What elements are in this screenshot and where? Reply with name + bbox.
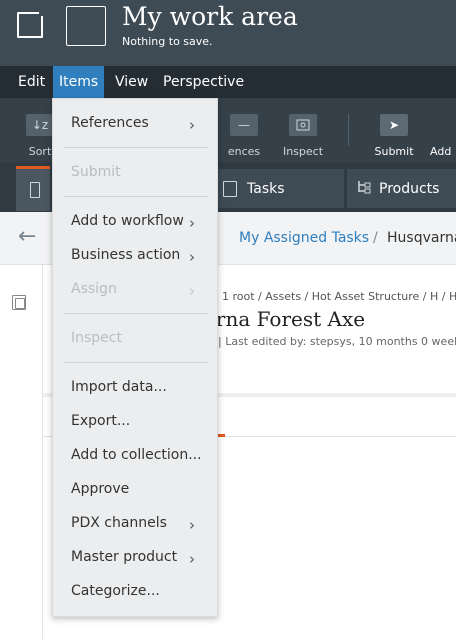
toolbar-divider	[348, 114, 349, 146]
add-label: Add	[430, 145, 452, 158]
menu-item-add-to-workflow[interactable]: Add to workflow	[71, 213, 184, 229]
items-menu-dropdown: References › Submit Add to workflow › Bu…	[52, 98, 218, 617]
chevron-right-icon: ›	[189, 248, 195, 266]
tab-tasks-label: Tasks	[247, 180, 285, 197]
menu-divider	[63, 313, 209, 314]
document-icon	[223, 180, 237, 197]
tab-products[interactable]: Products	[347, 169, 456, 208]
menu-item-approve[interactable]: Approve	[71, 481, 129, 497]
submit-label: Submit	[374, 145, 414, 158]
menu-item-master-product[interactable]: Master product	[71, 549, 177, 565]
chevron-right-icon: ›	[189, 282, 195, 300]
menu-item-add-to-collection[interactable]: Add to collection...	[71, 447, 202, 463]
copy-icon	[30, 182, 40, 198]
tab-items[interactable]	[16, 166, 50, 211]
menu-divider	[63, 196, 209, 197]
inspect-button[interactable]: Inspect	[273, 98, 333, 162]
menu-divider	[63, 147, 209, 148]
menu-item-categorize[interactable]: Categorize...	[71, 583, 160, 599]
inspect-icon	[289, 114, 317, 136]
back-arrow-icon[interactable]: ←	[18, 224, 36, 250]
breadcrumb-current: Husqvarna	[387, 230, 456, 246]
menu-perspective[interactable]: Perspective	[157, 66, 250, 98]
app-logo-icon[interactable]	[17, 8, 47, 38]
menu-edit[interactable]: Edit	[12, 66, 51, 98]
tab-tasks[interactable]: Tasks	[209, 169, 344, 208]
app-title: My work area	[122, 2, 298, 31]
menu-item-inspect: Inspect	[71, 330, 122, 346]
references-label: ences	[227, 145, 261, 158]
left-rail	[0, 265, 43, 639]
menu-items[interactable]: Items	[53, 66, 105, 98]
workspace-avatar[interactable]	[66, 6, 106, 46]
object-meta: | Last edited by: stepsys, 10 months 0 w…	[218, 335, 456, 348]
send-icon: ➤	[380, 114, 408, 136]
menu-item-assign: Assign	[71, 281, 117, 297]
menu-divider	[63, 362, 209, 363]
copy-icon[interactable]	[12, 295, 26, 310]
submit-button[interactable]: ➤ Submit	[364, 98, 424, 162]
menu-view[interactable]: View	[109, 66, 154, 98]
hierarchy-icon	[357, 180, 371, 198]
inspect-label: Inspect	[282, 145, 324, 158]
menu-item-submit: Submit	[71, 164, 121, 180]
minus-icon: —	[230, 114, 258, 136]
save-status: Nothing to save.	[122, 35, 213, 48]
app-header: My work area Nothing to save.	[0, 0, 456, 66]
sort-icon: ↓z	[26, 114, 54, 136]
chevron-right-icon: ›	[189, 214, 195, 232]
object-title: arna Forest Axe	[204, 307, 366, 331]
menu-item-pdx-channels[interactable]: PDX channels	[71, 515, 167, 531]
object-path: 1 root / Assets / Hot Asset Structure / …	[222, 290, 456, 303]
references-button[interactable]: — ences	[214, 98, 274, 162]
breadcrumb-link-my-assigned-tasks[interactable]: My Assigned Tasks	[239, 230, 369, 246]
chevron-right-icon: ›	[189, 550, 195, 568]
chevron-right-icon: ›	[189, 116, 195, 134]
tab-products-label: Products	[379, 180, 440, 197]
breadcrumb-separator: /	[373, 230, 378, 246]
menu-item-import-data[interactable]: Import data...	[71, 379, 167, 395]
menubar: Edit Items View Perspective	[0, 66, 456, 98]
menu-item-references[interactable]: References	[71, 115, 149, 131]
menu-item-export[interactable]: Export...	[71, 413, 130, 429]
add-button[interactable]: Add	[426, 98, 456, 162]
chevron-right-icon: ›	[189, 516, 195, 534]
menu-item-business-action[interactable]: Business action	[71, 247, 180, 263]
